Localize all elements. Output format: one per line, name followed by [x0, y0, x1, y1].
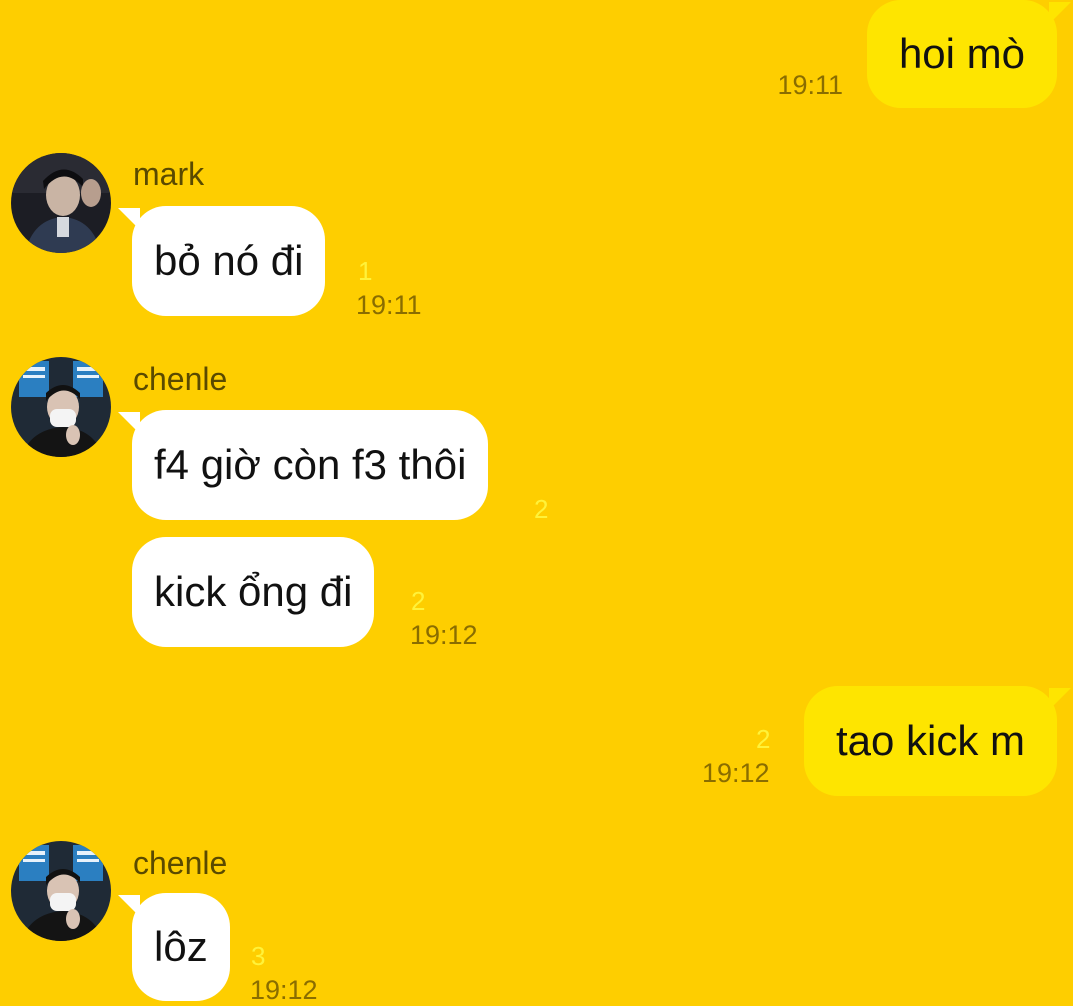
- unread-count: 3: [251, 941, 266, 971]
- bubble-tail: [1049, 688, 1071, 710]
- message-text: f4 giờ còn f3 thôi: [154, 441, 467, 488]
- sender-name: mark: [133, 156, 205, 192]
- bubble-tail: [118, 412, 140, 434]
- message-timestamp: 19:12: [250, 975, 318, 1005]
- chenle-avatar[interactable]: [11, 841, 111, 941]
- chenle-avatar[interactable]: [11, 357, 111, 457]
- incoming-message-bubble[interactable]: kick ổng đi: [132, 537, 375, 647]
- outgoing-message-bubble[interactable]: tao kick m: [803, 686, 1071, 796]
- sender-name: chenle: [133, 361, 228, 397]
- message-text: kick ổng đi: [154, 568, 353, 615]
- unread-count: 2: [411, 586, 426, 616]
- incoming-message-bubble[interactable]: bỏ nó đi: [118, 206, 326, 316]
- bubble-tail: [118, 208, 140, 230]
- incoming-message-bubble[interactable]: lôz: [118, 893, 230, 1001]
- outgoing-message-bubble[interactable]: hoi mò: [866, 0, 1071, 108]
- bubble-tail: [1049, 2, 1071, 24]
- message-text: hoi mò: [898, 30, 1025, 77]
- message-text: bỏ nó đi: [154, 237, 304, 284]
- message-text: lôz: [154, 923, 208, 970]
- sender-name: chenle: [133, 845, 228, 881]
- unread-count: 2: [534, 494, 549, 524]
- unread-count: 1: [358, 256, 373, 286]
- message-timestamp: 19:12: [410, 620, 478, 650]
- message-text: tao kick m: [835, 717, 1025, 764]
- incoming-message-bubble[interactable]: f4 giờ còn f3 thôi: [118, 410, 489, 520]
- message-timestamp: 19:12: [702, 758, 770, 788]
- message-timestamp: 19:11: [777, 70, 843, 100]
- unread-count: 2: [756, 724, 771, 754]
- message-timestamp: 19:11: [356, 290, 422, 320]
- mark-avatar[interactable]: [11, 153, 111, 253]
- bubble-tail: [118, 895, 140, 917]
